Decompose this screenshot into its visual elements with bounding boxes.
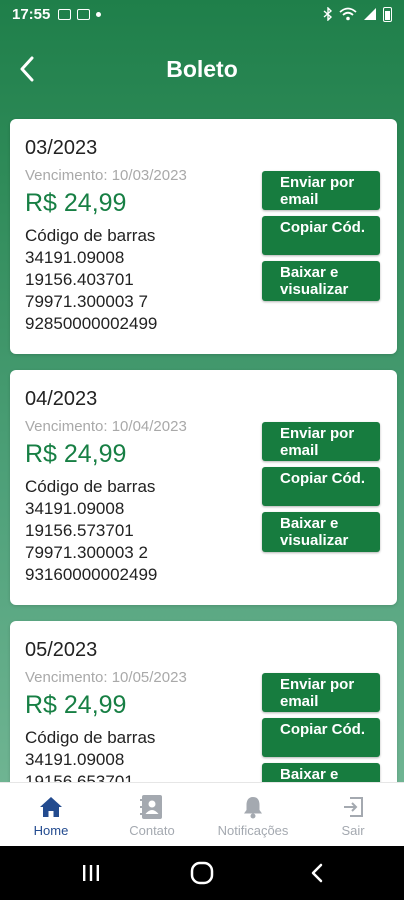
nav-home-label: Home xyxy=(33,823,69,838)
barcode-line: 79971.300003 2 xyxy=(25,543,148,562)
notification-icons xyxy=(58,8,102,20)
barcode-number: 34191.09008 19156.403701 79971.300003 7 … xyxy=(25,247,157,335)
nav-contato[interactable]: Contato xyxy=(102,783,202,847)
battery-icon xyxy=(383,6,392,22)
app-screen: 17:55 Boleto 03/2023 Vencimento: 10/03/2… xyxy=(0,0,404,900)
recent-apps-button[interactable] xyxy=(80,858,102,888)
home-system-button[interactable] xyxy=(190,858,214,888)
youtube-notification-icon xyxy=(77,8,91,20)
nav-sair[interactable]: Sair xyxy=(303,783,403,847)
system-icons xyxy=(323,6,392,22)
download-view-button[interactable]: Baixar e visualizar xyxy=(262,763,380,782)
bell-icon xyxy=(242,795,264,819)
barcode-number: 34191.09008 19156.573701 79971.300003 2 … xyxy=(25,498,157,586)
nav-notificacoes[interactable]: Notificações xyxy=(203,783,303,847)
boleto-card: 04/2023 Vencimento: 10/04/2023 R$ 24,99 … xyxy=(10,370,397,605)
send-email-button[interactable]: Enviar por email xyxy=(262,171,380,210)
boleto-due-date: Vencimento: 10/03/2023 xyxy=(25,167,187,184)
download-view-button[interactable]: Baixar e visualizar xyxy=(262,261,380,301)
barcode-line: 19156.653701 xyxy=(25,772,134,782)
copy-code-button[interactable]: Copiar Cód. xyxy=(262,467,380,506)
home-icon xyxy=(39,795,63,819)
nav-contato-label: Contato xyxy=(129,823,175,838)
nav-home[interactable]: Home xyxy=(1,783,101,847)
barcode-number: 34191.09008 19156.653701 xyxy=(25,749,134,782)
gallery-notification-icon xyxy=(58,8,72,20)
app-header: Boleto xyxy=(0,28,404,114)
nav-sair-label: Sair xyxy=(341,823,365,838)
bluetooth-icon xyxy=(323,7,333,21)
download-view-button[interactable]: Baixar e visualizar xyxy=(262,512,380,552)
copy-code-button[interactable]: Copiar Cód. xyxy=(262,216,380,255)
system-navigation-bar xyxy=(0,846,404,900)
barcode-line: 92850000002499 xyxy=(25,314,158,333)
home-circle-icon xyxy=(190,861,214,885)
boleto-due-date: Vencimento: 10/04/2023 xyxy=(25,418,187,435)
boleto-reference: 05/2023 xyxy=(25,639,98,661)
send-email-button[interactable]: Enviar por email xyxy=(262,422,380,461)
barcode-line: 19156.403701 xyxy=(25,270,134,289)
barcode-line: 34191.09008 xyxy=(25,750,125,769)
boleto-reference: 04/2023 xyxy=(25,388,98,410)
boleto-reference: 03/2023 xyxy=(25,137,98,159)
bottom-navigation: Home Contato Notificações Sair xyxy=(0,782,404,846)
send-email-button[interactable]: Enviar por email xyxy=(262,673,380,712)
barcode-line: 34191.09008 xyxy=(25,499,125,518)
contact-book-icon xyxy=(140,795,164,819)
boleto-card: 03/2023 Vencimento: 10/03/2023 R$ 24,99 … xyxy=(10,119,397,354)
status-bar: 17:55 xyxy=(0,0,404,28)
nav-notificacoes-label: Notificações xyxy=(217,823,289,838)
back-system-button[interactable] xyxy=(308,858,326,888)
boleto-amount: R$ 24,99 xyxy=(25,691,127,719)
boleto-amount: R$ 24,99 xyxy=(25,440,127,468)
barcode-label: Código de barras xyxy=(25,728,156,747)
recent-apps-icon xyxy=(83,865,99,881)
barcode-line: 79971.300003 7 xyxy=(25,292,148,311)
boleto-card: 05/2023 Vencimento: 10/05/2023 R$ 24,99 … xyxy=(10,621,397,782)
boleto-due-date: Vencimento: 10/05/2023 xyxy=(25,669,187,686)
barcode-line: 34191.09008 xyxy=(25,248,125,267)
boleto-list[interactable]: 03/2023 Vencimento: 10/03/2023 R$ 24,99 … xyxy=(0,116,404,782)
barcode-label: Código de barras xyxy=(25,226,156,245)
more-notifications-icon xyxy=(96,11,102,17)
copy-code-button[interactable]: Copiar Cód. xyxy=(262,718,380,757)
barcode-line: 93160000002499 xyxy=(25,565,158,584)
status-time: 17:55 xyxy=(12,5,51,23)
signal-icon xyxy=(364,8,376,20)
boleto-amount: R$ 24,99 xyxy=(25,189,127,217)
back-chevron-icon xyxy=(311,863,323,883)
wifi-icon xyxy=(339,7,357,21)
page-title: Boleto xyxy=(166,56,238,82)
logout-icon xyxy=(342,795,364,819)
barcode-line: 19156.573701 xyxy=(25,521,134,540)
barcode-label: Código de barras xyxy=(25,477,156,496)
